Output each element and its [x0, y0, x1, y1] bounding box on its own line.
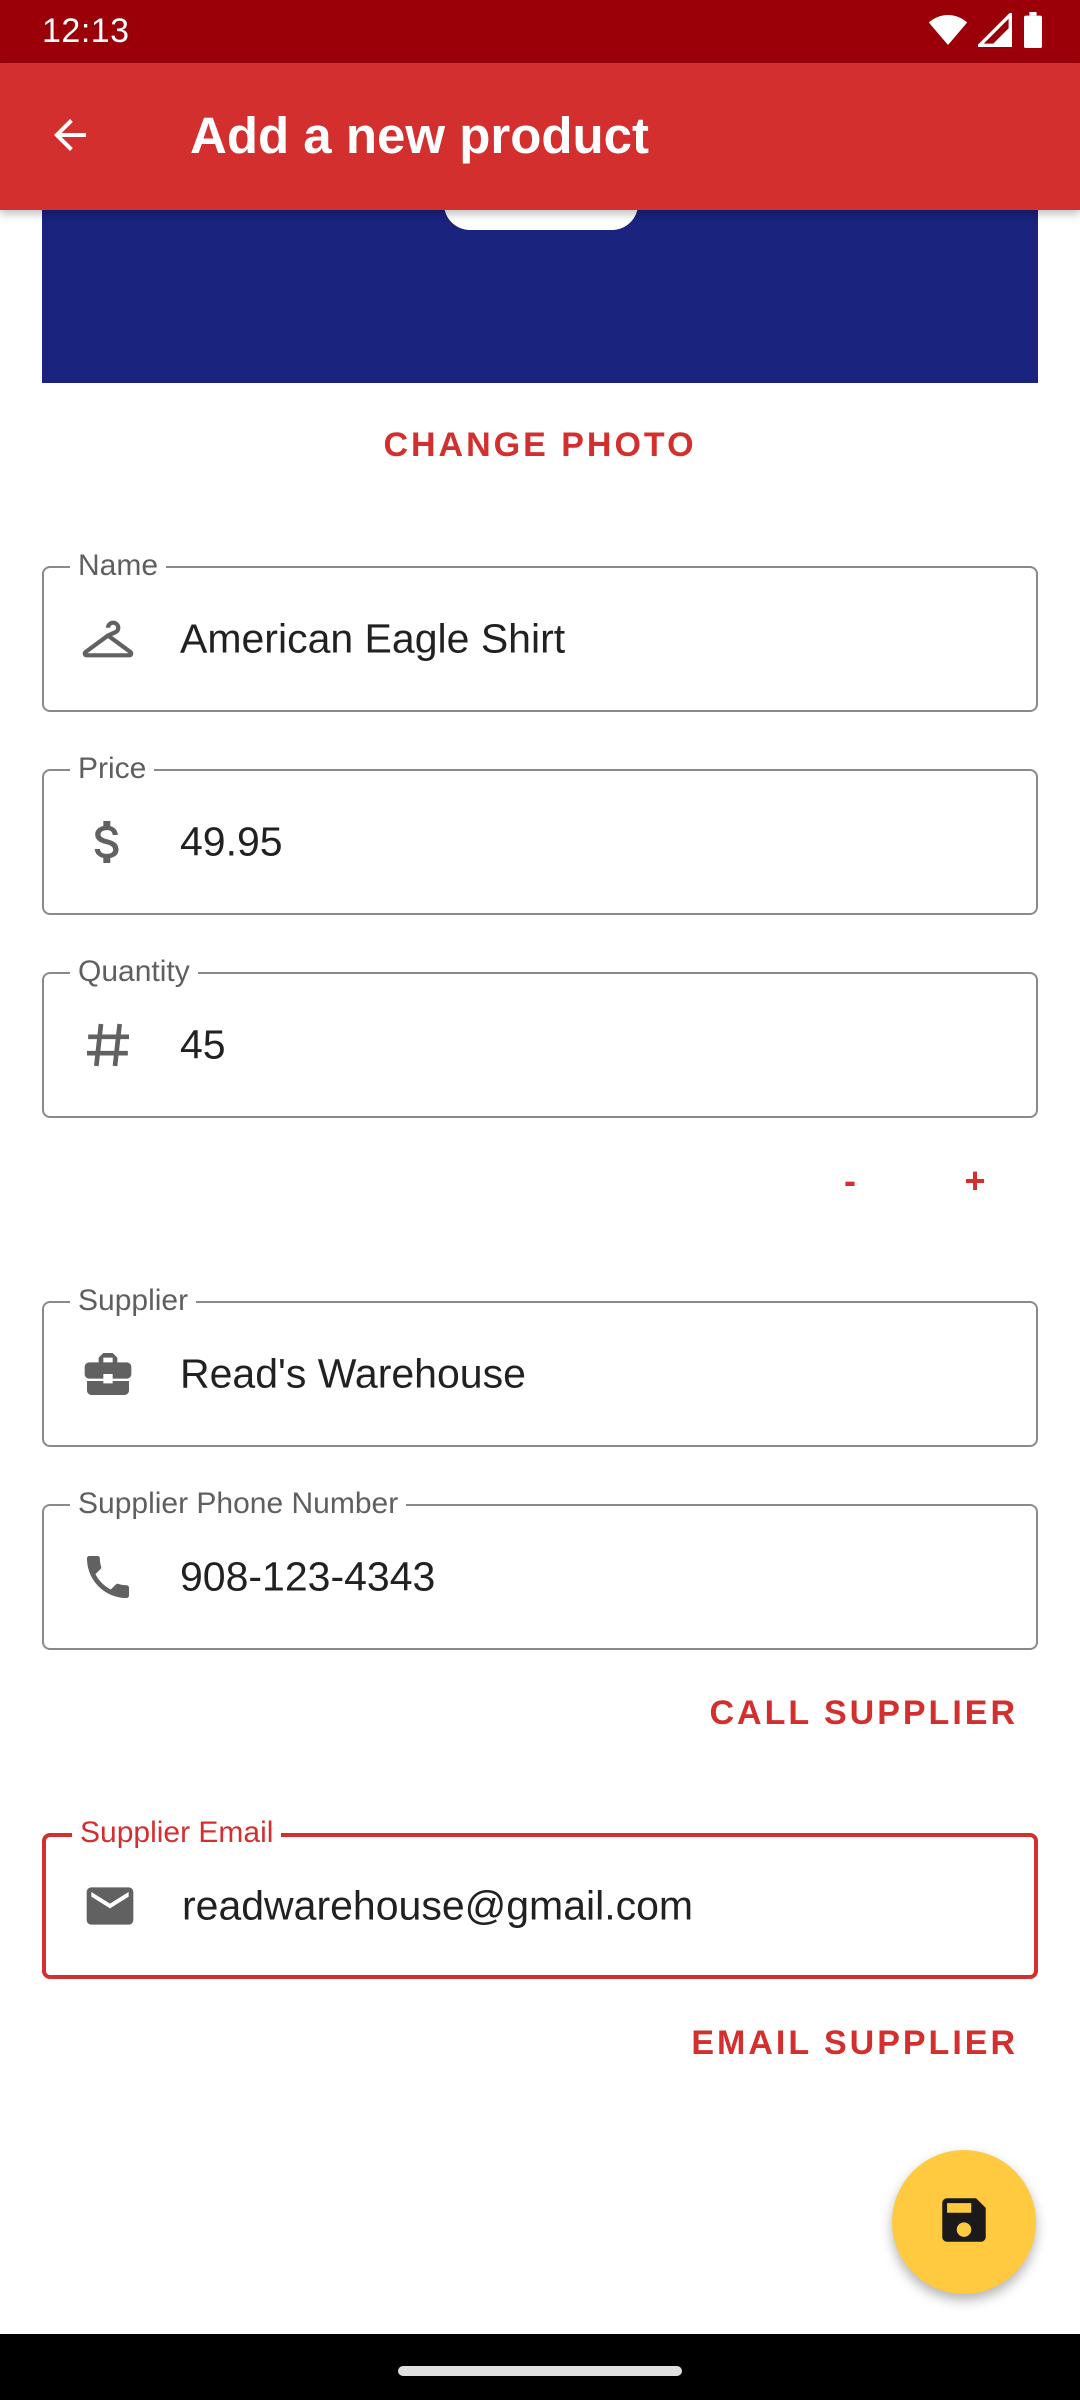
price-field[interactable]: Price 49.95 — [42, 752, 1038, 915]
price-input[interactable]: 49.95 — [180, 819, 283, 866]
hash-icon — [80, 1017, 136, 1073]
supplier-phone-label: Supplier Phone Number — [70, 1487, 407, 1521]
name-input[interactable]: American Eagle Shirt — [180, 616, 565, 663]
email-supplier-button[interactable]: EMAIL SUPPLIER — [691, 2024, 1018, 2063]
change-photo-button[interactable]: CHANGE PHOTO — [0, 426, 1080, 465]
arrow-back-icon — [46, 111, 94, 164]
quantity-field[interactable]: Quantity 45 — [42, 955, 1038, 1118]
supplier-label: Supplier — [70, 1284, 197, 1318]
save-button[interactable] — [892, 2150, 1036, 2294]
wifi-icon — [928, 13, 968, 52]
cell-signal-icon — [975, 10, 1012, 52]
dollar-icon — [80, 814, 136, 870]
status-time: 12:13 — [42, 12, 130, 50]
briefcase-icon — [80, 1346, 136, 1402]
quantity-label: Quantity — [70, 955, 198, 989]
product-photo — [42, 210, 1038, 383]
supplier-field[interactable]: Supplier Read's Warehouse — [42, 1284, 1038, 1447]
name-label: Name — [70, 549, 167, 583]
page-title: Add a new product — [190, 107, 649, 164]
supplier-email-input[interactable]: readwarehouse@gmail.com — [182, 1883, 693, 1930]
email-icon — [82, 1878, 138, 1934]
name-field[interactable]: Name American Eagle Shirt — [42, 549, 1038, 712]
call-supplier-button[interactable]: CALL SUPPLIER — [709, 1694, 1018, 1733]
battery-icon — [1022, 11, 1044, 53]
phone-icon — [80, 1549, 136, 1605]
save-icon — [935, 2191, 993, 2254]
app-bar: Add a new product — [0, 63, 1080, 210]
price-label: Price — [70, 752, 155, 786]
back-button[interactable] — [34, 101, 106, 173]
supplier-email-label: Supplier Email — [72, 1816, 282, 1850]
navigation-bar — [0, 2334, 1080, 2400]
quantity-increment-button[interactable]: + — [945, 1160, 1005, 1202]
status-bar: 12:13 — [0, 0, 1080, 63]
supplier-input[interactable]: Read's Warehouse — [180, 1351, 526, 1398]
supplier-phone-input[interactable]: 908-123-4343 — [180, 1554, 435, 1601]
quantity-input[interactable]: 45 — [180, 1022, 226, 1069]
hanger-icon — [80, 611, 136, 667]
photo-detail — [444, 210, 638, 230]
home-gesture-handle[interactable] — [398, 2366, 682, 2376]
status-icons — [928, 10, 1044, 53]
quantity-decrement-button[interactable]: - — [820, 1160, 880, 1202]
supplier-phone-field[interactable]: Supplier Phone Number 908-123-4343 — [42, 1487, 1038, 1650]
supplier-email-field[interactable]: Supplier Email readwarehouse@gmail.com — [42, 1816, 1038, 1979]
